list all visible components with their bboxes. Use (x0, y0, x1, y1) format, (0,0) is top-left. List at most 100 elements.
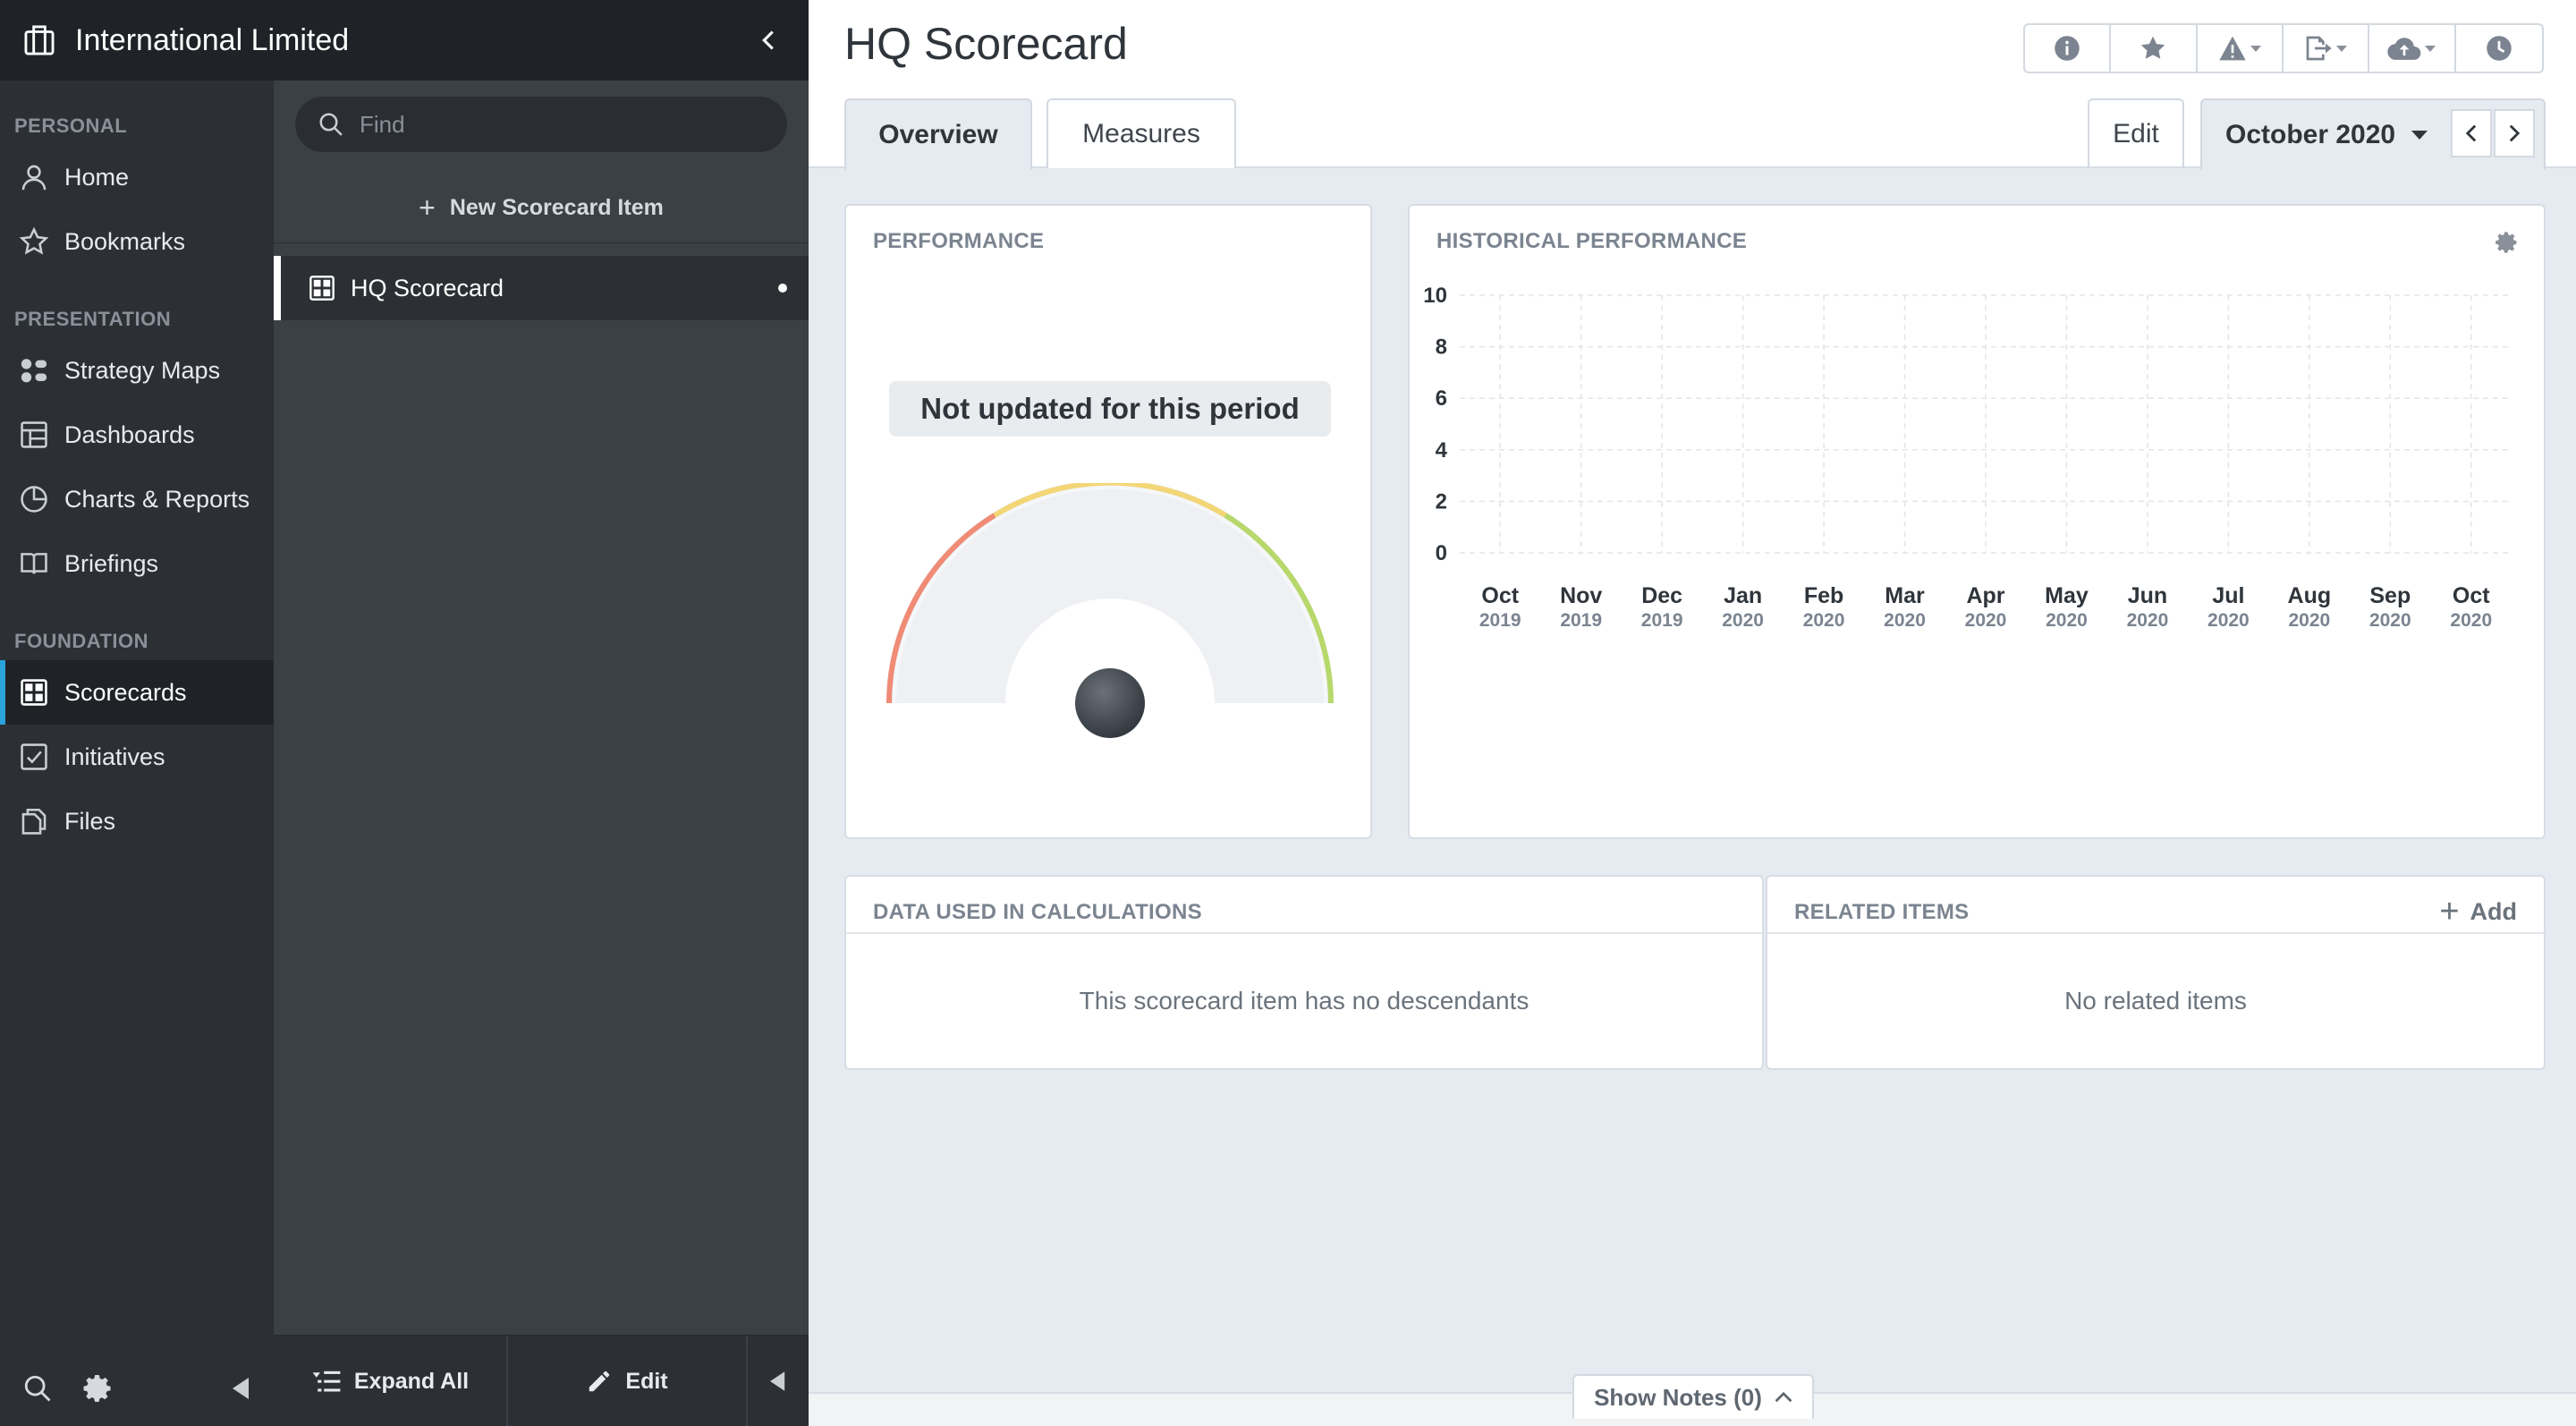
nav-item-home[interactable]: Home (0, 145, 274, 209)
add-label: Add (2470, 897, 2517, 925)
x-tick-month: Oct (2453, 583, 2490, 608)
collapse-nav-icon[interactable] (222, 1369, 261, 1408)
new-scorecard-item-button[interactable]: + New Scorecard Item (274, 174, 809, 243)
page-title: HQ Scorecard (844, 19, 1128, 69)
search-icon[interactable] (18, 1369, 57, 1408)
export-icon (2304, 35, 2333, 62)
nav-item-label: Briefings (64, 549, 159, 577)
x-tick-month: Feb (1804, 583, 1843, 608)
period-selector: October 2020 (2200, 98, 2546, 170)
gauge-needle-knob (1075, 668, 1145, 738)
x-tick-year: 2020 (2450, 610, 2492, 631)
show-notes-label: Show Notes (0) (1594, 1383, 1762, 1411)
x-tick-month: Oct (1481, 583, 1519, 608)
y-tick-label: 6 (1436, 386, 1447, 411)
expand-all-button[interactable]: Expand All (274, 1336, 506, 1426)
x-tick-month: Jul (2212, 583, 2244, 608)
info-icon (2054, 35, 2080, 62)
nav-item-dashboards[interactable]: Dashboards (0, 403, 274, 467)
nav-item-strategy-maps[interactable]: Strategy Maps (0, 338, 274, 403)
historical-title: HISTORICAL PERFORMANCE (1436, 229, 1748, 253)
tree-edit-label: Edit (625, 1368, 668, 1394)
y-tick-label: 10 (1423, 284, 1447, 308)
nav-item-briefings[interactable]: Briefings (0, 531, 274, 596)
find-input[interactable] (360, 110, 753, 139)
tree-panel: + New Scorecard Item HQ Scorecard Expand… (274, 81, 809, 1426)
scorecard-icon (16, 675, 52, 710)
plus-icon: + (419, 191, 436, 224)
chevron-down-icon[interactable] (2411, 131, 2428, 140)
tree-edit-button[interactable]: Edit (508, 1336, 746, 1426)
history-button[interactable] (2456, 25, 2542, 72)
chevron-left-icon[interactable] (755, 25, 782, 55)
nav-item-scorecards[interactable]: Scorecards (0, 660, 274, 725)
alert-button[interactable] (2198, 25, 2284, 72)
related-empty-message: No related items (2064, 987, 2247, 1014)
cloud-button[interactable] (2369, 25, 2456, 72)
data-used-empty-message: This scorecard item has no descendants (1079, 987, 1530, 1014)
performance-card: PERFORMANCE Not updated for this period (844, 204, 1372, 839)
tab-label: Measures (1082, 119, 1200, 149)
edit-button[interactable]: Edit (2088, 98, 2184, 168)
left-nav: PERSONAL Home Bookmarks PRESENTATION Str… (0, 0, 274, 1426)
next-period-button[interactable] (2494, 109, 2535, 157)
x-tick-month: Sep (2369, 583, 2411, 608)
tab-label: Overview (878, 120, 998, 149)
building-icon (21, 22, 57, 58)
history-icon (2486, 35, 2512, 62)
nav-bottom-bar (0, 1351, 274, 1426)
nav-section-presentation: PRESENTATION (14, 308, 172, 330)
x-tick-year: 2020 (2207, 610, 2250, 631)
tree-item-label: HQ Scorecard (351, 274, 504, 301)
y-tick-label: 2 (1436, 489, 1447, 514)
nav-item-initiatives[interactable]: Initiatives (0, 725, 274, 789)
x-tick-year: 2020 (2288, 610, 2330, 631)
edit-label: Edit (2113, 119, 2159, 149)
historical-performance-card: HISTORICAL PERFORMANCE 0 2 4 6 8 10 Oct 2019 Nov… (1408, 204, 2546, 839)
nav-item-bookmarks[interactable]: Bookmarks (0, 209, 274, 274)
tab-overview[interactable]: Overview (844, 98, 1032, 170)
tab-measures[interactable]: Measures (1046, 98, 1236, 168)
performance-gauge (886, 483, 1334, 738)
add-related-button[interactable]: + Add (2439, 895, 2517, 929)
nav-section-foundation: FOUNDATION (14, 630, 149, 652)
data-used-card: DATA USED IN CALCULATIONS This scorecard… (844, 875, 1764, 1070)
strategy-map-icon (16, 352, 52, 388)
nav-item-label: Scorecards (64, 678, 187, 706)
nav-item-files[interactable]: Files (0, 789, 274, 853)
gear-icon[interactable] (79, 1369, 118, 1408)
y-tick-label: 4 (1436, 438, 1448, 463)
bookmark-button[interactable] (2111, 25, 2198, 72)
new-scorecard-item-label: New Scorecard Item (449, 195, 664, 220)
expand-all-icon (311, 1369, 342, 1394)
info-button[interactable] (2025, 25, 2112, 72)
related-title: RELATED ITEMS (1794, 900, 1970, 924)
x-tick-year: 2019 (1479, 610, 1521, 631)
export-button[interactable] (2284, 25, 2370, 72)
files-icon (16, 803, 52, 839)
x-tick-month: Jan (1724, 583, 1762, 608)
performance-title: PERFORMANCE (873, 229, 1045, 253)
chart-settings-gear-icon[interactable] (2492, 227, 2522, 258)
x-tick-month: Apr (1966, 583, 2004, 608)
x-tick-month: Jun (2128, 583, 2167, 608)
nav-item-charts-reports[interactable]: Charts & Reports (0, 467, 274, 531)
previous-period-button[interactable] (2451, 109, 2492, 157)
x-tick-year: 2019 (1641, 610, 1683, 631)
dashboard-icon (16, 417, 52, 453)
show-notes-button[interactable]: Show Notes (0) (1572, 1374, 1814, 1419)
x-tick-month: Dec (1641, 583, 1682, 608)
x-tick-year: 2020 (1803, 610, 1845, 631)
x-tick-year: 2020 (2127, 610, 2169, 631)
nav-item-label: Charts & Reports (64, 485, 250, 513)
search-icon (315, 108, 347, 140)
x-tick-month: Mar (1885, 583, 1925, 608)
related-items-card: RELATED ITEMS + Add No related items (1766, 875, 2546, 1070)
tree-item-hq-scorecard[interactable]: HQ Scorecard (274, 256, 809, 320)
period-label[interactable]: October 2020 (2225, 120, 2395, 150)
x-tick-year: 2020 (1722, 610, 1764, 631)
historical-chart: 0246810Oct2019Nov2019Dec2019Jan2020Feb20… (1423, 284, 2512, 631)
find-box (295, 97, 787, 152)
x-tick-year: 2020 (1965, 610, 2007, 631)
collapse-tree-icon[interactable] (748, 1336, 809, 1426)
